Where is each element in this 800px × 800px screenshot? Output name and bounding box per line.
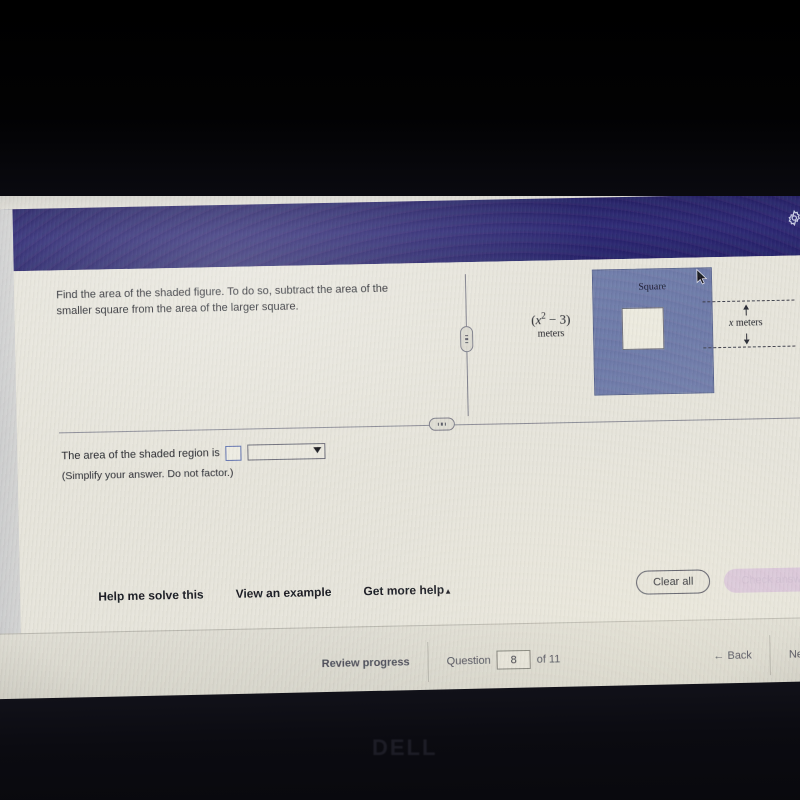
dimension-label-x-meters: x meters xyxy=(728,317,763,329)
monitor-photo: olynomials MathXL Find the area of the s… xyxy=(0,0,800,800)
clear-all-button[interactable]: Clear all xyxy=(635,569,711,595)
action-buttons: Clear all Check answer xyxy=(635,566,800,595)
get-more-help-link[interactable]: Get more help ▴ xyxy=(363,583,450,599)
geometry-figure: (x2 − 3) meters Square x meters xyxy=(506,263,800,409)
next-button[interactable]: Next → xyxy=(770,633,800,674)
figure-left-expression: (x2 − 3) xyxy=(530,310,571,328)
back-button[interactable]: ← Back xyxy=(695,635,770,676)
review-progress-button[interactable]: Review progress xyxy=(303,641,428,683)
answer-hint: (Simplify your answer. Do not factor.) xyxy=(61,466,234,483)
answer-input[interactable] xyxy=(225,445,242,461)
chevron-down-icon xyxy=(313,447,322,454)
figure-left-dimension: (x2 − 3) meters xyxy=(515,310,588,341)
question-total-label: of 11 xyxy=(536,652,561,666)
right-dimension-annotation: x meters xyxy=(702,299,800,351)
answer-label: The area of the shaded region is xyxy=(61,447,220,463)
caret-up-icon: ▴ xyxy=(446,586,451,596)
question-prompt: Find the area of the shaded figure. To d… xyxy=(56,282,389,318)
splitter-grip-handle[interactable] xyxy=(459,326,474,353)
gear-icon[interactable] xyxy=(786,209,800,227)
view-an-example-link[interactable]: View an example xyxy=(235,585,331,601)
help-links-row: Help me solve this View an example Get m… xyxy=(98,583,450,604)
horizontal-pane-splitter[interactable] xyxy=(58,411,800,438)
figure-left-unit: meters xyxy=(537,328,565,341)
question-number-input[interactable]: 8 xyxy=(496,649,531,670)
question-panel: Find the area of the shaded figure. To d… xyxy=(13,254,800,634)
help-me-solve-this-link[interactable]: Help me solve this xyxy=(98,587,204,603)
hsplitter-grip-handle[interactable] xyxy=(428,417,456,431)
exponent-2: 2 xyxy=(541,310,546,321)
vertical-pane-splitter[interactable] xyxy=(459,274,475,417)
small-square-shape xyxy=(621,307,665,351)
question-counter: Question 8 of 11 xyxy=(428,638,578,681)
large-square-shape: Square xyxy=(591,267,715,396)
get-more-help-label: Get more help xyxy=(363,582,445,599)
mouse-pointer-icon xyxy=(696,268,708,285)
monitor-bezel-top xyxy=(0,0,800,196)
monitor-screen: olynomials MathXL Find the area of the s… xyxy=(0,168,800,706)
answer-unit-select[interactable] xyxy=(247,442,326,461)
square-label: Square xyxy=(638,281,667,293)
answer-area: The area of the shaded region is (Simpli… xyxy=(61,440,482,482)
check-answer-button[interactable]: Check answer xyxy=(724,566,800,594)
brand-logo: DELL xyxy=(372,735,438,760)
question-counter-label: Question xyxy=(446,654,491,668)
